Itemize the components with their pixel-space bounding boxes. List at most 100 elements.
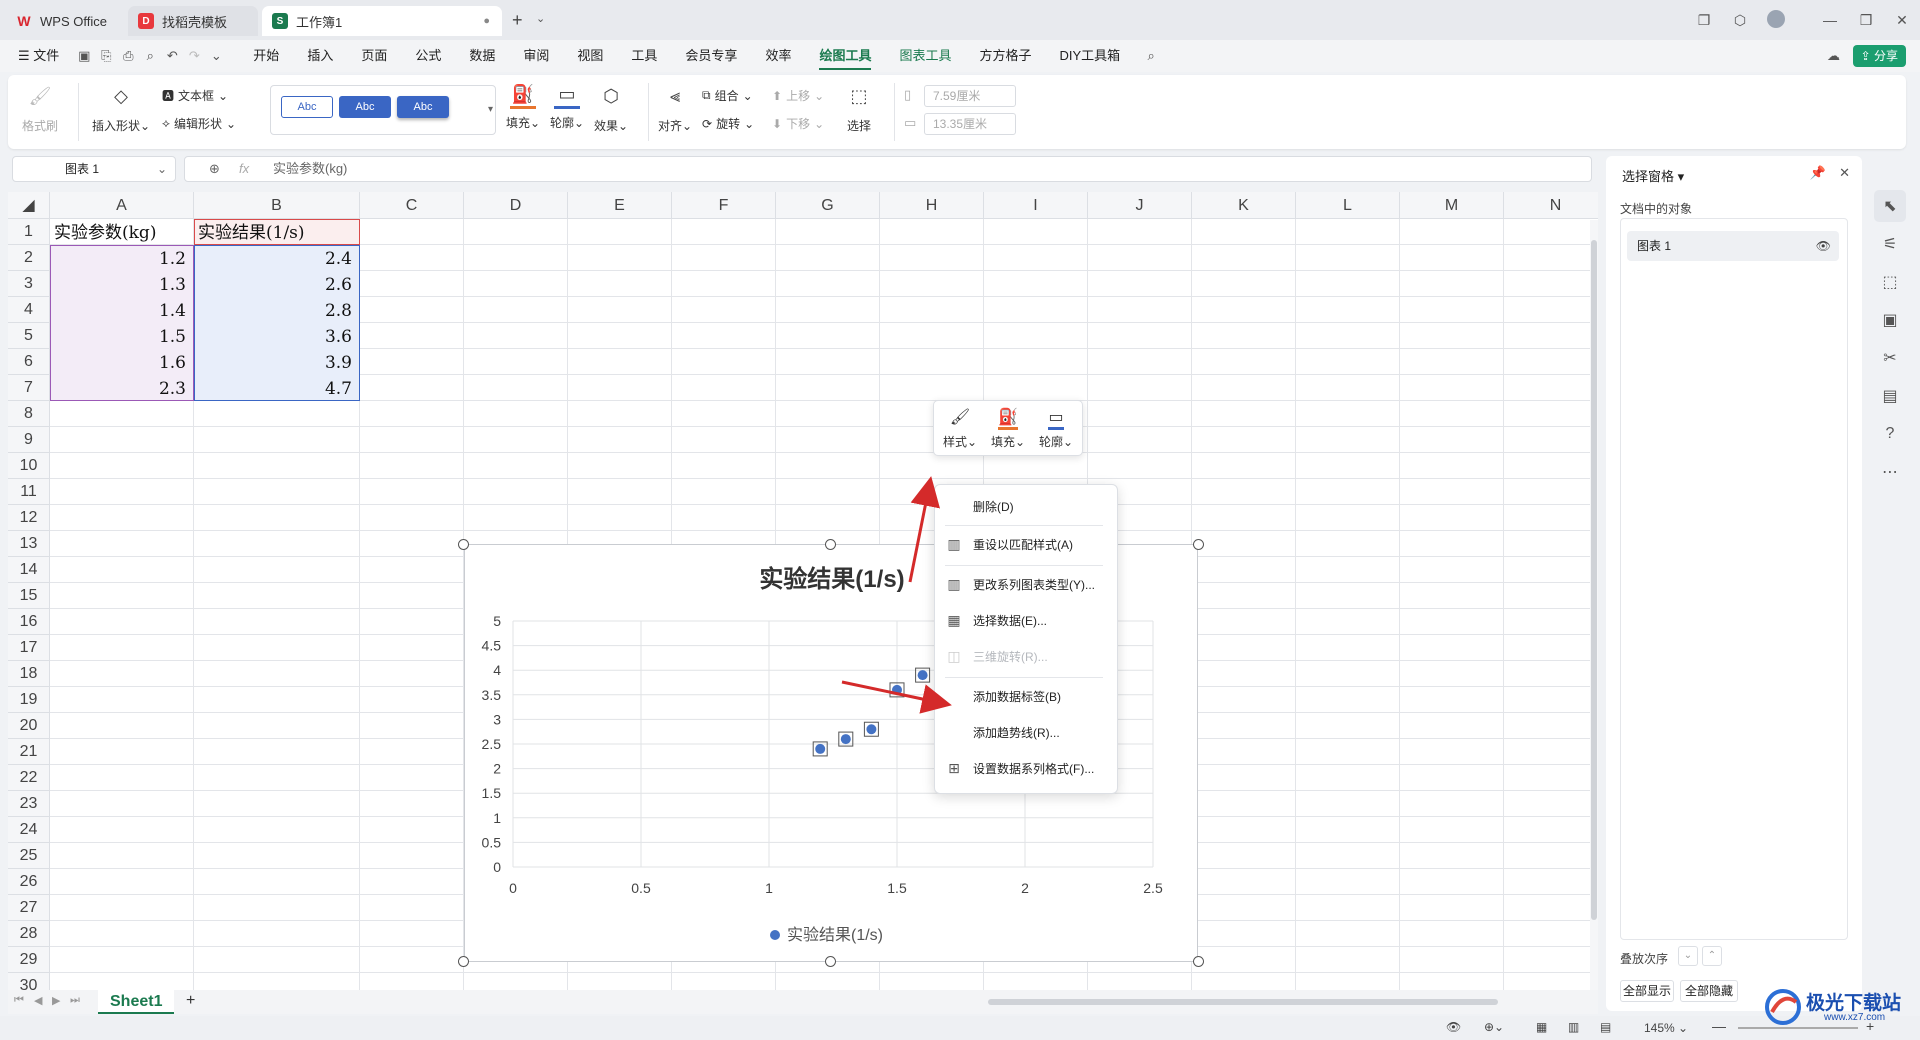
cell-B2[interactable]: 2.4 [198,247,358,271]
hide-all-button[interactable]: 全部隐藏 [1680,980,1738,1002]
ctx-3d-rotate[interactable]: ◫ 三维旋转(R)... [935,639,1119,673]
mini-outline-button[interactable]: ▭ 轮廓⌄ [1034,407,1078,450]
next-sheet-icon[interactable]: ▶ [52,994,60,1007]
cell-B7[interactable]: 4.7 [198,377,358,401]
book-icon[interactable]: ▤ [1874,380,1906,412]
style-sample-fill[interactable]: Abc [339,96,391,118]
cell-A7[interactable]: 2.3 [54,377,192,401]
cell-A4[interactable]: 1.4 [54,299,192,323]
minimize-icon[interactable]: — [1812,12,1848,28]
row-header-9[interactable]: 9 [8,427,50,453]
show-all-button[interactable]: 全部显示 [1620,980,1674,1002]
menu-page[interactable]: 页面 [347,40,401,72]
send-backward-button[interactable]: ⬇ 下移 ⌄ [772,115,824,132]
menu-fangfang[interactable]: 方方格子 [965,40,1045,72]
col-header-G[interactable]: G [776,192,880,219]
text-box-button[interactable]: 🅰 文本框 ⌄ [162,87,228,104]
cloud-icon[interactable]: ☁ [1827,48,1840,64]
mini-style-button[interactable]: 🖌 样式⌄ [938,407,982,450]
row-header-12[interactable]: 12 [8,505,50,531]
cell-B3[interactable]: 2.6 [198,273,358,297]
gallery-more-icon[interactable]: ▾ [488,104,493,115]
eye-icon[interactable]: 👁 [1816,231,1831,261]
order-up-button[interactable]: ⌃ [1702,946,1722,966]
row-header-24[interactable]: 24 [8,817,50,843]
ctx-add-data-labels[interactable]: 添加数据标签(B) [935,679,1119,713]
menu-formula[interactable]: 公式 [401,40,455,72]
row-header-2[interactable]: 2 [8,245,50,271]
row-header-7[interactable]: 7 [8,375,50,401]
fx-icon[interactable]: fx [239,157,249,181]
save-icon[interactable]: ▣ [73,45,95,67]
close-icon[interactable]: ✕ [1884,12,1920,29]
resize-handle-bottom[interactable] [825,956,836,967]
scrollbar-thumb[interactable] [1591,240,1597,920]
col-header-I[interactable]: I [984,192,1088,219]
row-header-13[interactable]: 13 [8,531,50,557]
cell-A3[interactable]: 1.3 [54,273,192,297]
menu-view[interactable]: 视图 [563,40,617,72]
resize-handle-top[interactable] [825,539,836,550]
effect-button[interactable]: ⬡ 效果⌄ [594,83,628,134]
resize-handle-bl[interactable] [458,956,469,967]
formula-input[interactable]: ⊕ fx 实验参数(kg) [184,156,1592,182]
row-header-28[interactable]: 28 [8,921,50,947]
normal-view-icon[interactable]: ▦ [1536,1020,1547,1034]
col-header-M[interactable]: M [1400,192,1504,219]
zoom-out-icon[interactable]: — [1712,1018,1726,1034]
bring-forward-button[interactable]: ⬆ 上移 ⌄ [772,87,824,104]
ctx-delete[interactable]: 删除(D) [935,489,1119,523]
first-sheet-icon[interactable]: ⏮ [14,994,24,1007]
cell-A2[interactable]: 1.2 [54,247,192,271]
crop-icon[interactable]: ⬚ [1874,266,1906,298]
vertical-scrollbar[interactable] [1590,220,1598,990]
more-icon[interactable]: ⋯ [1874,456,1906,488]
row-header-16[interactable]: 16 [8,609,50,635]
cell-B6[interactable]: 3.9 [198,351,358,375]
row-header-6[interactable]: 6 [8,349,50,375]
row-header-20[interactable]: 20 [8,713,50,739]
row-header-3[interactable]: 3 [8,271,50,297]
row-header-8[interactable]: 8 [8,401,50,427]
cursor-select-icon[interactable]: ⬉ [1874,190,1906,222]
menu-drawing-tools[interactable]: 绘图工具 [805,40,885,72]
redo-icon[interactable]: ↷ [183,45,205,67]
resize-handle-tr[interactable] [1193,539,1204,550]
tab-workbook[interactable]: S 工作簿1 ● [262,6,502,36]
row-header-26[interactable]: 26 [8,869,50,895]
style-sample-shadow[interactable]: Abc [397,96,449,118]
adjust-icon[interactable]: ⚟ [1874,228,1906,260]
menu-chart-tools[interactable]: 图表工具 [885,40,965,72]
select-button[interactable]: ⬚ 选择 [846,83,872,134]
horizontal-scrollbar[interactable] [968,998,1528,1006]
cell-B5[interactable]: 3.6 [198,325,358,349]
close-pane-icon[interactable]: ✕ [1839,165,1850,181]
row-header-19[interactable]: 19 [8,687,50,713]
row-header-14[interactable]: 14 [8,557,50,583]
row-header-25[interactable]: 25 [8,843,50,869]
more-chevron-icon[interactable]: ⌄ [205,45,227,67]
cell-A1[interactable]: 实验参数(kg) [54,221,192,245]
mini-fill-button[interactable]: ⛽ 填充⌄ [986,407,1030,450]
row-header-15[interactable]: 15 [8,583,50,609]
ctx-add-trendline[interactable]: 添加趋势线(R)... [935,715,1119,749]
undo-icon[interactable]: ↶ [161,45,183,67]
row-header-5[interactable]: 5 [8,323,50,349]
row-header-11[interactable]: 11 [8,479,50,505]
pin-icon[interactable]: 📌 [1810,165,1826,181]
prev-sheet-icon[interactable]: ◀ [34,994,42,1007]
hscroll-thumb[interactable] [988,999,1498,1005]
row-header-27[interactable]: 27 [8,895,50,921]
tab-list-chevron-icon[interactable]: ⌄ [536,12,545,25]
col-header-F[interactable]: F [672,192,776,219]
row-header-17[interactable]: 17 [8,635,50,661]
insert-shape-button[interactable]: ◇ 插入形状⌄ [92,83,150,134]
align-button[interactable]: ⫷ 对齐⌄ [658,83,692,134]
col-header-K[interactable]: K [1192,192,1296,219]
search-icon[interactable]: ⌕ [1140,45,1162,67]
menu-home[interactable]: 开始 [239,40,293,72]
col-header-D[interactable]: D [464,192,568,219]
shape-width-input[interactable]: 7.59厘米 [924,85,1016,107]
ctx-format-series[interactable]: ⊞ 设置数据系列格式(F)... [935,751,1119,785]
tab-modified-dot-icon[interactable]: ● [483,15,490,27]
